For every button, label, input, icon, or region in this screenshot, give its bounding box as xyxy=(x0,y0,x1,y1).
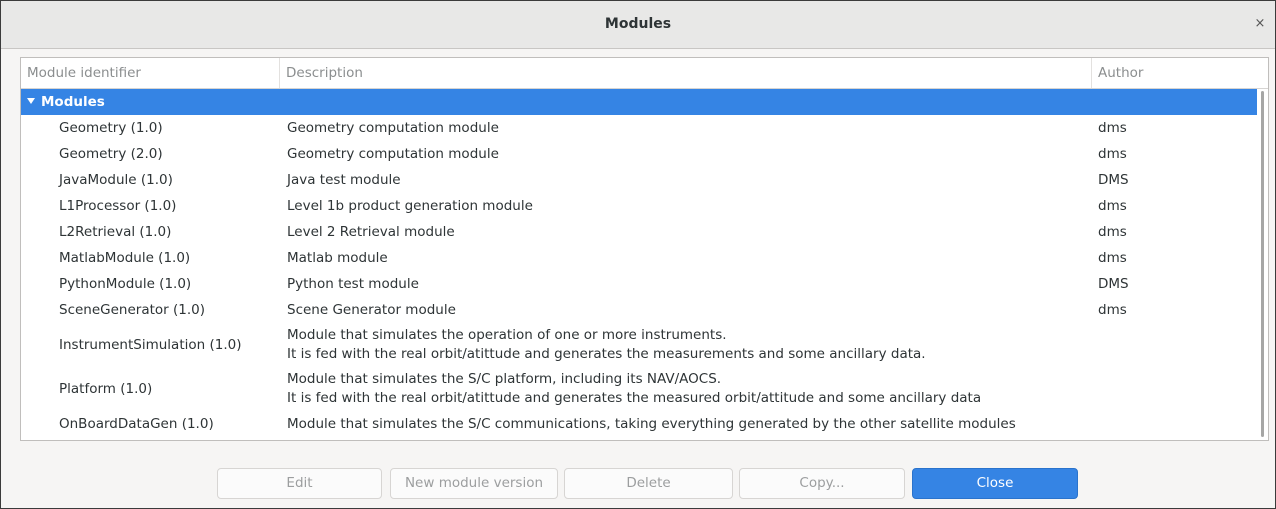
module-identifier-cell: Geometry (1.0) xyxy=(59,120,163,136)
table-row[interactable]: OnBoardDataGen (1.0) Module that simulate… xyxy=(21,411,1257,437)
description-line: Geometry computation module xyxy=(287,146,499,162)
author-cell: dms xyxy=(1098,250,1127,266)
module-identifier-cell: InstrumentSimulation (1.0) xyxy=(59,337,242,353)
module-identifier-cell: OnBoardDataGen (1.0) xyxy=(59,416,214,432)
description-line: It is fed with the real orbit/atittude a… xyxy=(287,346,926,362)
description-cell: Module that simulates the operation of o… xyxy=(287,326,926,364)
module-identifier-cell: JavaModule (1.0) xyxy=(59,172,173,188)
description-cell: Module that simulates the S/C platform, … xyxy=(287,370,981,408)
scrollbar-thumb[interactable] xyxy=(1261,91,1264,437)
delete-button[interactable]: Delete xyxy=(564,468,733,499)
description-cell: Level 1b product generation module xyxy=(287,193,533,219)
table-row[interactable]: Geometry (1.0) Geometry computation modul… xyxy=(21,115,1257,141)
description-line: Geometry computation module xyxy=(287,120,499,136)
table-row[interactable]: MatlabModule (1.0) Matlab module dms xyxy=(21,245,1257,271)
description-cell: Scene Generator module xyxy=(287,297,456,323)
module-identifier-cell: L2Retrieval (1.0) xyxy=(59,224,172,240)
column-header-description[interactable]: Description xyxy=(280,58,1092,88)
author-cell: DMS xyxy=(1098,172,1129,188)
table-row[interactable]: Geometry (2.0) Geometry computation modul… xyxy=(21,141,1257,167)
table-row[interactable]: Platform (1.0) Module that simulates the … xyxy=(21,367,1257,411)
description-line: Matlab module xyxy=(287,250,388,266)
description-cell: Geometry computation module xyxy=(287,115,499,141)
description-line: Module that simulates the S/C communicat… xyxy=(287,416,1016,432)
description-cell: Java test module xyxy=(287,167,401,193)
module-identifier-cell: Geometry (2.0) xyxy=(59,146,163,162)
column-header-row: Module identifier Description Author xyxy=(21,58,1268,89)
dialog-title: Modules xyxy=(604,16,672,32)
description-line: Python test module xyxy=(287,276,419,292)
description-cell: Matlab module xyxy=(287,245,388,271)
table-row[interactable]: L2Retrieval (1.0) Level 2 Retrieval modul… xyxy=(21,219,1257,245)
author-cell: dms xyxy=(1098,198,1127,214)
description-line: Level 1b product generation module xyxy=(287,198,533,214)
description-cell: Geometry computation module xyxy=(287,141,499,167)
description-cell: Python test module xyxy=(287,271,419,297)
copy-button[interactable]: Copy... xyxy=(739,468,905,499)
module-identifier-cell: L1Processor (1.0) xyxy=(59,198,177,214)
chevron-down-icon[interactable] xyxy=(27,98,35,104)
group-row-modules[interactable]: Modules xyxy=(21,89,1257,115)
description-line: Scene Generator module xyxy=(287,302,456,318)
modules-tree-view[interactable]: Module identifier Description Author Mod… xyxy=(20,57,1269,441)
module-identifier-cell: Platform (1.0) xyxy=(59,381,153,397)
module-list: Geometry (1.0) Geometry computation modul… xyxy=(21,115,1257,437)
column-header-author[interactable]: Author xyxy=(1092,58,1268,88)
description-line: Level 2 Retrieval module xyxy=(287,224,455,240)
author-cell: dms xyxy=(1098,224,1127,240)
table-row[interactable]: InstrumentSimulation (1.0) Module that si… xyxy=(21,323,1257,367)
edit-button[interactable]: Edit xyxy=(217,468,382,499)
description-line: Module that simulates the operation of o… xyxy=(287,327,727,343)
table-row[interactable]: SceneGenerator (1.0) Scene Generator modu… xyxy=(21,297,1257,323)
author-cell: dms xyxy=(1098,120,1127,136)
vertical-scrollbar[interactable] xyxy=(1259,89,1267,439)
author-cell: dms xyxy=(1098,302,1127,318)
author-cell: dms xyxy=(1098,146,1127,162)
close-icon[interactable]: × xyxy=(1251,15,1269,33)
description-cell: Module that simulates the S/C communicat… xyxy=(287,411,1016,437)
title-bar: Modules × xyxy=(1,1,1275,49)
modules-dialog: Modules × Module identifier Description … xyxy=(0,0,1276,509)
table-row[interactable]: JavaModule (1.0) Java test module DMS xyxy=(21,167,1257,193)
description-line: Module that simulates the S/C platform, … xyxy=(287,371,722,387)
module-identifier-cell: SceneGenerator (1.0) xyxy=(59,302,206,318)
new-module-version-button[interactable]: New module version xyxy=(390,468,558,499)
table-row[interactable]: L1Processor (1.0) Level 1b product genera… xyxy=(21,193,1257,219)
close-button[interactable]: Close xyxy=(912,468,1078,499)
description-line: It is fed with the real orbit/atittude a… xyxy=(287,390,982,406)
group-label: Modules xyxy=(41,94,105,110)
description-cell: Level 2 Retrieval module xyxy=(287,219,455,245)
table-row[interactable]: PythonModule (1.0) Python test module DMS xyxy=(21,271,1257,297)
module-identifier-cell: PythonModule (1.0) xyxy=(59,276,192,292)
module-identifier-cell: MatlabModule (1.0) xyxy=(59,250,191,266)
column-header-module-identifier[interactable]: Module identifier xyxy=(21,58,280,88)
description-line: Java test module xyxy=(287,172,401,188)
author-cell: DMS xyxy=(1098,276,1129,292)
